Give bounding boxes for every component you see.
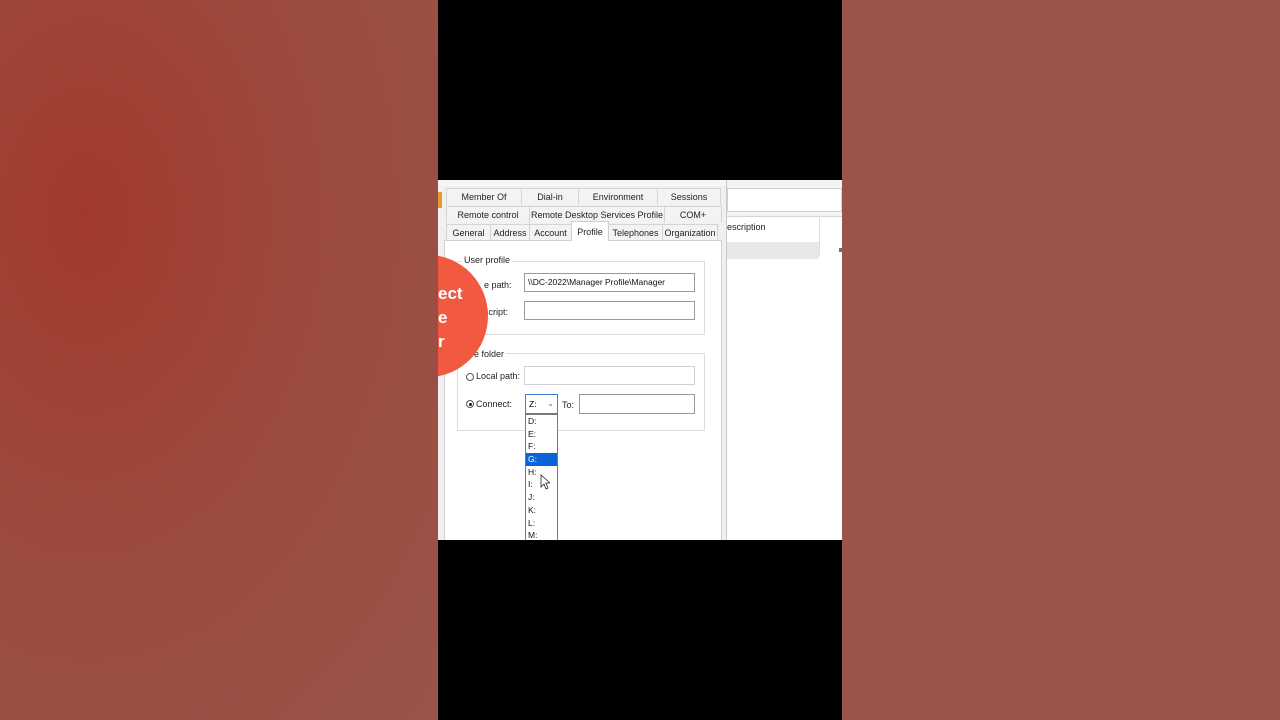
tab-telephones[interactable]: Telephones (608, 224, 663, 241)
connect-label: Connect: (476, 399, 513, 409)
column-divider (819, 216, 820, 256)
drive-option-e[interactable]: E: (526, 428, 557, 441)
profile-tab-page: User profile e path: \\DC-2022\Manager P… (444, 240, 722, 540)
profile-path-input[interactable]: \\DC-2022\Manager Profile\Manager (524, 273, 695, 292)
tab-profile[interactable]: Profile (571, 221, 609, 241)
to-label: To: (562, 400, 575, 410)
video-frame: Member Of Dial-in Environment Sessions R… (438, 0, 842, 720)
callout-line-3: r (438, 332, 445, 351)
home-folder-to-input[interactable] (579, 394, 695, 414)
drive-option-k[interactable]: K: (526, 504, 557, 517)
app-icon-edge (438, 192, 442, 208)
tab-row-3: General Address Account Profile Telephon… (446, 221, 718, 241)
callout-line-1: ect (438, 284, 463, 303)
tab-dial-in[interactable]: Dial-in (521, 188, 579, 205)
drive-letter-select[interactable]: Z: ⌄ (525, 394, 558, 414)
connect-radio[interactable] (466, 400, 474, 408)
drive-letter-value: Z: (529, 399, 537, 409)
background-left (0, 0, 438, 720)
local-path-input[interactable] (524, 366, 695, 385)
background-window-address-field[interactable] (727, 188, 842, 212)
logon-script-input[interactable] (524, 301, 695, 320)
drive-option-d[interactable]: D: (526, 415, 557, 428)
tab-com-plus[interactable]: COM+ (664, 206, 722, 223)
list-row-selected[interactable] (727, 242, 819, 259)
tab-general[interactable]: General (446, 224, 491, 241)
tab-sessions[interactable]: Sessions (657, 188, 721, 205)
drive-option-l[interactable]: L: (526, 517, 557, 530)
callout-line-2: e (438, 308, 448, 327)
tab-remote-control[interactable]: Remote control (446, 206, 530, 223)
tab-address[interactable]: Address (490, 224, 530, 241)
background-right (842, 0, 1280, 720)
screen-capture: Member Of Dial-in Environment Sessions R… (438, 180, 842, 540)
tab-organization[interactable]: Organization (662, 224, 718, 241)
callout-text: ect e r (438, 282, 463, 354)
user-properties-dialog: Member Of Dial-in Environment Sessions R… (438, 180, 727, 540)
drive-option-f[interactable]: F: (526, 440, 557, 453)
status-mark-icon (839, 248, 842, 252)
background-window: escription (727, 180, 842, 540)
chevron-down-icon: ⌄ (547, 399, 554, 408)
mouse-cursor-icon (540, 474, 550, 490)
description-column-header[interactable]: escription (727, 222, 766, 232)
home-folder-group (457, 353, 705, 431)
local-path-label: Local path: (476, 371, 521, 381)
drive-option-g[interactable]: G: (526, 453, 557, 466)
tab-member-of[interactable]: Member Of (446, 188, 522, 205)
local-path-radio[interactable] (466, 373, 474, 381)
profile-path-label: e path: (484, 280, 512, 290)
user-profile-group-label: User profile (462, 255, 513, 265)
tab-environment[interactable]: Environment (578, 188, 658, 205)
drive-option-m[interactable]: M: (526, 529, 557, 540)
dialog-title-strip (438, 180, 726, 186)
background-window-toolbar (727, 180, 842, 217)
drive-option-j[interactable]: J: (526, 491, 557, 504)
tab-account[interactable]: Account (529, 224, 572, 241)
tab-row-1: Member Of Dial-in Environment Sessions (446, 188, 721, 205)
